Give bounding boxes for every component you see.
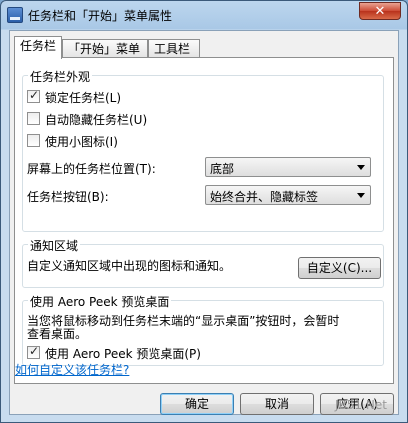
watermark: JB51.Net [335, 398, 387, 412]
customize-button[interactable]: 自定义(C)... [298, 257, 381, 279]
aero-peek-group: 使用 Aero Peek 预览桌面 当您将鼠标移动到任务栏末端的“显示桌面”按钮… [22, 293, 384, 366]
appearance-group-title: 任务栏外观 [28, 68, 93, 85]
cancel-button[interactable]: 取消 [240, 393, 314, 415]
lock-taskbar-label: 锁定任务栏(L) [45, 91, 122, 105]
small-icons-label: 使用小图标(I) [45, 135, 118, 149]
buttons-label: 任务栏按钮(B): [27, 190, 109, 204]
small-icons-checkbox[interactable] [27, 134, 40, 147]
properties-window: 任务栏和「开始」菜单属性 ✕ 任务栏 「开始」菜单 工具栏 任务栏外观 锁定任务… [0, 0, 408, 423]
auto-hide-checkbox[interactable] [27, 112, 40, 125]
notification-description: 自定义通知区域中出现的图标和通知。 [27, 259, 232, 273]
taskbar-icon [7, 7, 23, 23]
location-select[interactable]: 底部 [205, 157, 371, 177]
tab-taskbar[interactable]: 任务栏 [14, 36, 62, 59]
ok-button[interactable]: 确定 [160, 393, 234, 415]
auto-hide-label: 自动隐藏任务栏(U) [45, 113, 148, 127]
appearance-group: 任务栏外观 锁定任务栏(L) 自动隐藏任务栏(U) 使用小图标(I) 屏幕上的任… [22, 68, 384, 232]
aero-peek-group-title: 使用 Aero Peek 预览桌面 [28, 293, 172, 310]
aero-peek-label: 使用 Aero Peek 预览桌面(P) [45, 347, 201, 361]
tab-toolbars[interactable]: 工具栏 [148, 39, 200, 58]
chevron-down-icon [357, 165, 365, 170]
chevron-down-icon [357, 193, 365, 198]
taskbar-tab-panel: 任务栏外观 锁定任务栏(L) 自动隐藏任务栏(U) 使用小图标(I) 屏幕上的任… [14, 57, 394, 384]
notification-group-title: 通知区域 [28, 237, 81, 254]
location-label: 屏幕上的任务栏位置(T): [27, 162, 156, 176]
lock-taskbar-checkbox[interactable] [27, 88, 40, 103]
taskbar-buttons-select-value: 始终合并、隐藏标签 [210, 190, 319, 204]
close-button[interactable]: ✕ [359, 2, 401, 20]
help-link[interactable]: 如何自定义该任务栏? [15, 361, 129, 378]
dialog-body: 任务栏 「开始」菜单 工具栏 任务栏外观 锁定任务栏(L) 自动隐藏任务栏(U)… [9, 30, 399, 415]
tab-start-menu[interactable]: 「开始」菜单 [62, 39, 148, 58]
window-title: 任务栏和「开始」菜单属性 [28, 9, 173, 23]
aero-peek-checkbox[interactable] [27, 344, 40, 359]
location-select-value: 底部 [210, 162, 235, 176]
title-bar[interactable]: 任务栏和「开始」菜单属性 ✕ [1, 1, 407, 29]
aero-peek-description-line2: 查看桌面。 [27, 327, 88, 341]
notification-group: 通知区域 自定义通知区域中出现的图标和通知。 自定义(C)... [22, 237, 384, 288]
taskbar-buttons-select[interactable]: 始终合并、隐藏标签 [205, 185, 371, 205]
